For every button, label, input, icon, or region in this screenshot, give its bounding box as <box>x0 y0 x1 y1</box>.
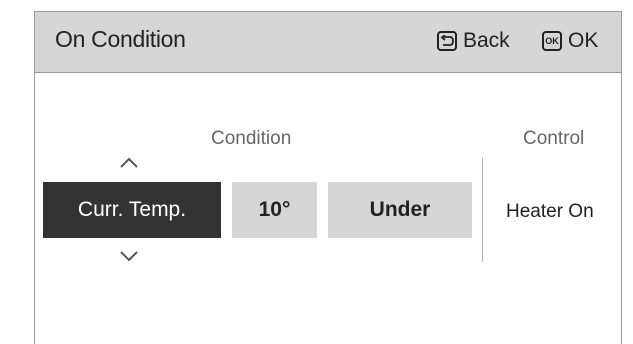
on-condition-screen: On Condition Back OK OK Condition Contro… <box>34 11 622 344</box>
column-divider <box>482 158 483 262</box>
control-value[interactable]: Heater On <box>506 201 594 223</box>
chevron-down-icon[interactable] <box>119 250 139 262</box>
ok-icon-text: OK <box>545 35 559 46</box>
page-title: On Condition <box>55 26 186 52</box>
condition-label: Condition <box>211 128 292 149</box>
condition-target-selector[interactable]: Curr. Temp. <box>43 182 221 238</box>
header-bar: On Condition Back OK OK <box>35 12 621 73</box>
comparison-value: Under <box>369 198 431 221</box>
back-return-icon <box>437 31 457 51</box>
ok-icon: OK <box>542 31 562 51</box>
temperature-selector[interactable]: 10° <box>232 182 317 238</box>
back-label: Back <box>463 29 510 52</box>
temperature-value: 10° <box>258 198 291 221</box>
back-button[interactable]: Back <box>437 28 510 54</box>
ok-button[interactable]: OK OK <box>542 28 598 54</box>
condition-target-value: Curr. Temp. <box>77 198 187 221</box>
comparison-selector[interactable]: Under <box>328 182 472 238</box>
chevron-up-icon[interactable] <box>119 157 139 169</box>
ok-label: OK <box>568 29 599 52</box>
control-label: Control <box>523 128 585 149</box>
